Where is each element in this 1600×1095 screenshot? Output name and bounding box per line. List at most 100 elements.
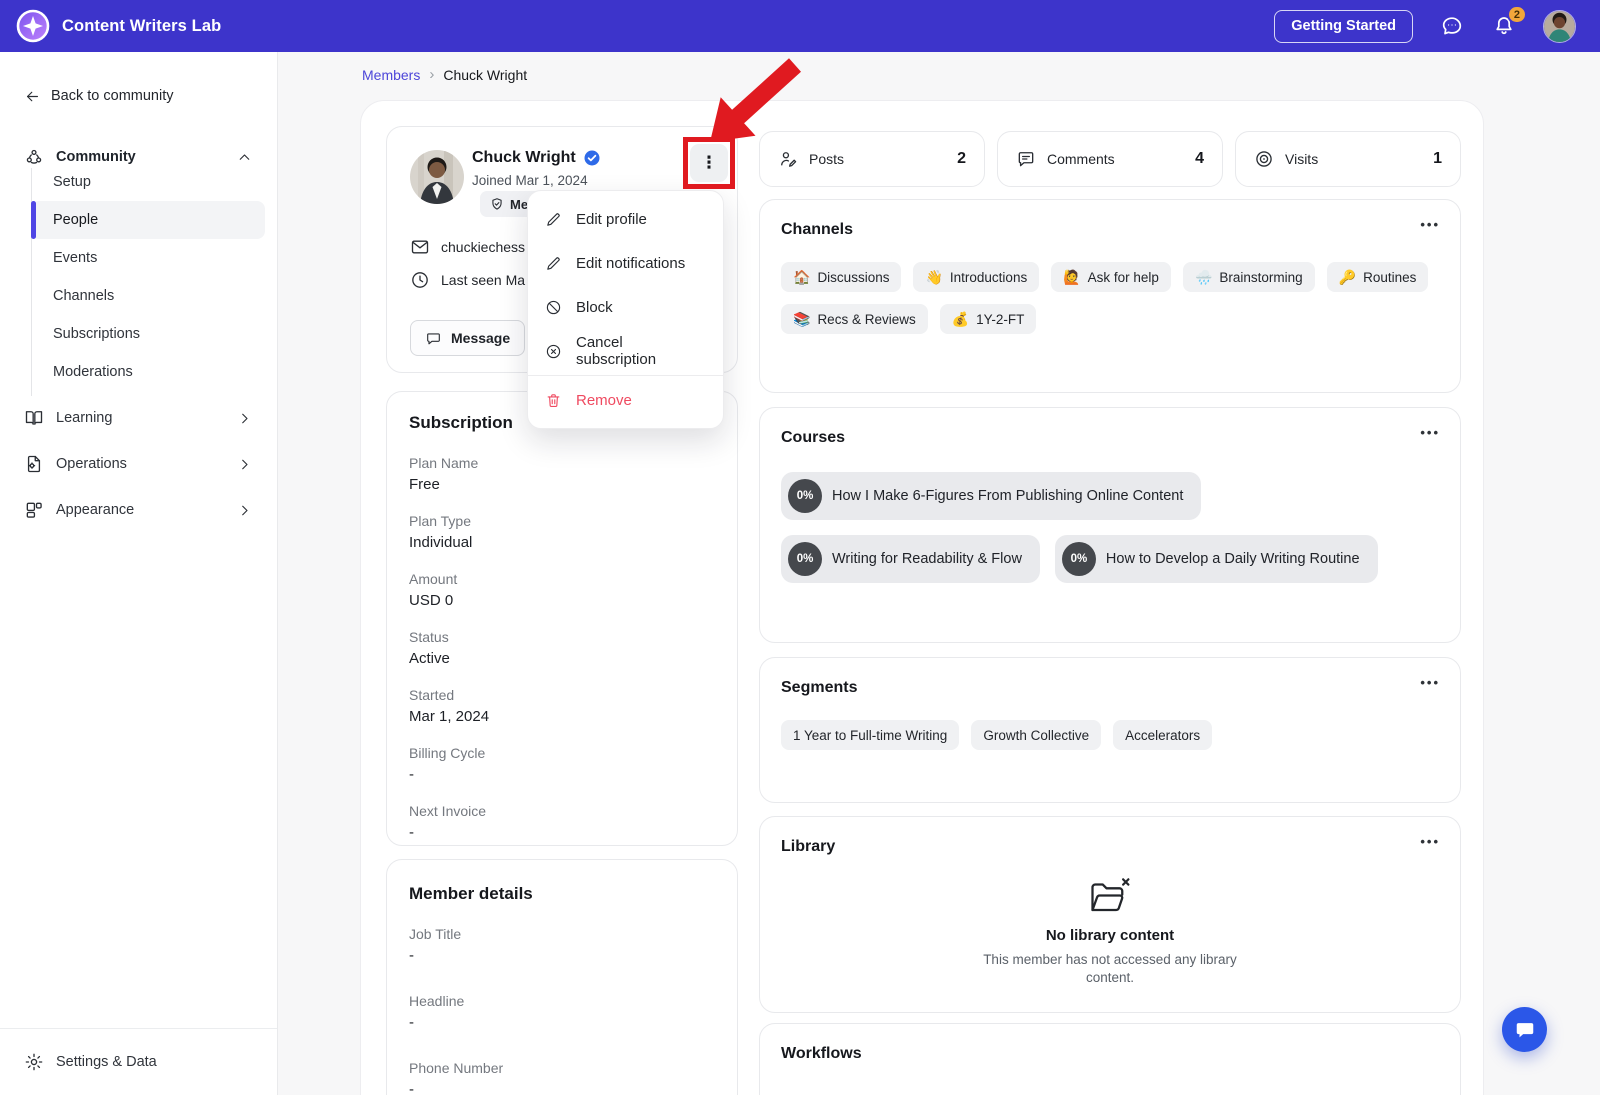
chevron-right-icon [242,505,248,515]
sidebar-item-events[interactable]: Events [31,239,265,277]
courses-card: Courses ••• 0% How I Make 6-Figures From… [759,407,1461,643]
target-eye-icon [1256,151,1272,167]
channel-chip[interactable]: 📚 Recs & Reviews [781,304,928,334]
library-empty-description: This member has not accessed any library… [983,952,1237,986]
sidebar-item-moderations[interactable]: Moderations [31,353,265,391]
support-chat-button[interactable] [1502,1007,1547,1052]
course-progress-badge: 0% [788,479,822,513]
subscription-card: Subscription Plan Name Free Plan Type Indi… [386,391,738,846]
member-last-seen: Last seen Ma [441,272,526,288]
channel-chip[interactable]: 💰 1Y-2-FT [939,304,1037,334]
courses-title: Courses [781,429,846,446]
courses-more-icon[interactable]: ••• [1420,424,1440,442]
sidebar-item-setup[interactable]: Setup [31,163,265,201]
message-button[interactable]: Message [410,320,526,356]
segment-chip[interactable]: 1 Year to Full-time Writing [781,720,960,750]
segment-chip[interactable]: Accelerators [1113,720,1213,750]
subscription-field: Status Active [409,629,450,667]
breadcrumb-separator: › [429,66,435,83]
top-header: Content Writers Lab Getting Started 2 [0,0,1600,52]
subscription-field: Started Mar 1, 2024 [409,687,490,725]
channel-chip[interactable]: 🌧️ Brainstorming [1182,262,1315,292]
messages-icon[interactable] [1439,13,1465,39]
channel-emoji: 🙋 [1063,268,1081,285]
course-item[interactable]: 0% How I Make 6-Figures From Publishing … [781,472,1202,520]
pencil-icon [547,256,560,270]
segments-more-icon[interactable]: ••• [1420,674,1440,692]
library-more-icon[interactable]: ••• [1420,833,1440,851]
channel-emoji: 🏠 [793,268,811,285]
book-open-icon [25,411,43,425]
member-email-row: chuckiechess [410,237,525,257]
trash-icon [547,393,560,407]
segment-chip[interactable]: Growth Collective [971,720,1102,750]
chat-bubble-icon [1516,1022,1533,1037]
stat-card-comments: Comments 4 [997,131,1223,187]
channels-title: Channels [781,221,854,238]
community-logo-icon[interactable] [16,9,50,43]
sidebar-section-operations[interactable]: Operations [0,445,277,483]
member-details-field: Headline - [409,993,465,1031]
course-progress-badge: 0% [788,542,822,576]
course-item[interactable]: 0% How to Develop a Daily Writing Routin… [1054,535,1378,583]
main-content: Members › Chuck Wright Chuck Wright Join… [278,52,1600,1095]
menu-item-cancel-subscription[interactable]: Cancel subscription [528,329,723,373]
channel-emoji: 👋 [925,268,943,285]
posts-count: 2 [957,150,966,167]
subscription-field: Next Invoice - [409,803,487,841]
settings-and-data-link[interactable]: Settings & Data [0,1047,277,1077]
member-avatar [410,150,464,204]
channel-emoji: 📚 [793,310,811,327]
breadcrumb-current: Chuck Wright [443,66,528,83]
segments-card: Segments ••• 1 Year to Full-time Writing… [759,657,1461,803]
breadcrumb-members-link[interactable]: Members [362,67,420,83]
shield-check-icon [492,198,502,210]
menu-item-edit-profile[interactable]: Edit profile [528,197,723,241]
menu-item-edit-notifications[interactable]: Edit notifications [528,241,723,285]
visits-count: 1 [1433,150,1442,167]
channel-emoji: 🔑 [1338,268,1357,285]
notifications-bell-icon[interactable]: 2 [1491,5,1527,39]
clock-icon [412,272,428,288]
sidebar-item-people[interactable]: People [31,201,265,239]
subscription-field: Plan Type Individual [409,513,473,551]
sidebar-footer: Settings & Data [0,1028,277,1095]
channel-chip[interactable]: 🙋 Ask for help [1051,262,1171,292]
file-gear-icon [27,455,41,473]
channel-emoji: 🌧️ [1194,268,1213,285]
member-actions-menu: Edit profile Edit notifications Block Ca… [527,190,724,429]
app-window: Content Writers Lab Getting Started 2 Ba… [0,0,1600,1095]
member-last-seen-row: Last seen Ma [410,270,525,290]
subscription-field: Plan Name Free [409,455,479,493]
chevron-right-icon [242,413,248,423]
member-details-title: Member details [409,884,533,903]
channel-chip[interactable]: 🏠 Discussions [781,262,902,292]
x-circle-icon [546,344,561,358]
channel-chip[interactable]: 👋 Introductions [913,262,1040,292]
member-actions-more-button[interactable]: ⋮ [690,144,728,182]
menu-item-block[interactable]: Block [528,285,723,329]
comment-icon [1018,152,1034,167]
member-email: chuckiechess [441,239,526,255]
course-item[interactable]: 0% Writing for Readability & Flow [781,535,1040,583]
library-card: Library ••• No library content This memb… [759,816,1461,1013]
stat-card-visits: Visits 1 [1235,131,1461,187]
active-indicator-bar [31,201,36,239]
member-details-field: Phone Number - [409,1060,504,1095]
workflows-title: Workflows [781,1045,862,1062]
user-pen-icon [781,152,797,167]
sidebar-item-channels[interactable]: Channels [31,277,265,315]
sidebar-section-appearance[interactable]: Appearance [0,491,277,529]
getting-started-button[interactable]: Getting Started [1274,9,1413,43]
sidebar-item-subscriptions[interactable]: Subscriptions [31,315,265,353]
sidebar-section-learning[interactable]: Learning [0,399,277,437]
envelope-icon [411,240,429,254]
chevron-right-icon [242,459,248,469]
menu-item-remove[interactable]: Remove [528,378,723,422]
channel-chip[interactable]: 🔑 Routines [1326,262,1429,292]
user-avatar[interactable] [1543,9,1576,43]
member-details-card: Member details Job Title - Headline - Phon… [386,859,738,1095]
channels-more-icon[interactable]: ••• [1420,216,1440,234]
back-to-community-link[interactable]: Back to community [0,84,277,108]
channels-card: Channels ••• 🏠 Discussions 👋 Introductions… [759,199,1461,393]
